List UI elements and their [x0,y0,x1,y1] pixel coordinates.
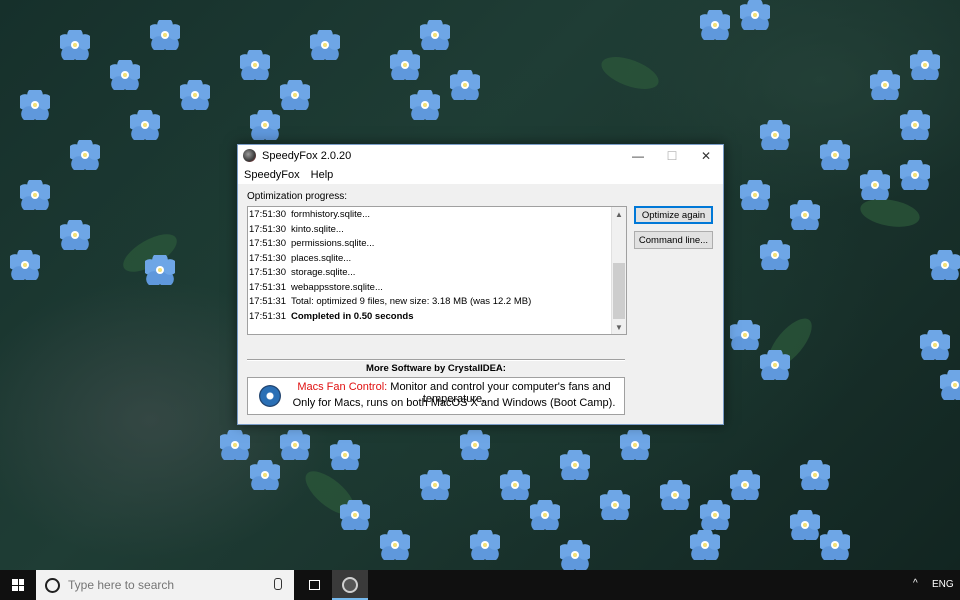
command-line-button[interactable]: Command line... [634,231,713,249]
divider [247,359,625,361]
log-text: permissions.sqlite... [291,238,375,249]
optimize-again-button[interactable]: Optimize again [634,206,713,224]
log-text: webappsstore.sqlite... [291,281,383,293]
task-view-button[interactable] [300,570,328,600]
taskbar-app-speedyfox[interactable] [332,570,368,600]
log-time: 17:51:30 [249,223,286,235]
log-row: 17:51:30 kinto.sqlite... [248,223,612,238]
log-text: places.sqlite... [291,252,352,264]
cortana-icon[interactable] [45,577,60,593]
menu-bar: SpeedyFox Help [238,166,723,184]
show-hidden-icons-chevron-icon[interactable]: ^ [913,578,918,589]
log-time: 17:51:30 [249,267,286,278]
log-row: 17:51:30 places.sqlite... [248,252,612,267]
task-view-icon [308,580,320,590]
log-text: formhistory.sqlite... [291,209,371,220]
log-time: 17:51:31 [249,310,286,322]
minimize-button[interactable]: — [621,145,655,166]
optimization-log[interactable]: 17:51:30 formhistory.sqlite... 17:51:30 ki… [247,206,627,335]
window-title: SpeedyFox 2.0.20 [262,149,352,162]
ad-line-2: Only for Macs, runs on both MacOS X and … [292,397,616,409]
more-software-title: More Software by CrystalIDEA: [366,363,506,374]
taskbar: ^ ENG [0,570,960,600]
taskbar-search[interactable] [36,570,294,600]
optimization-progress-label: Optimization progress: [247,191,348,202]
start-button[interactable] [0,570,36,600]
log-text: Total: optimized 9 files, new size: 3.18… [291,296,532,307]
log-scrollbar[interactable]: ▲ ▼ [611,207,626,334]
menu-speedyfox[interactable]: SpeedyFox [243,169,306,181]
log-text: kinto.sqlite... [291,223,344,235]
search-input[interactable] [66,577,270,593]
ad-brand[interactable]: Macs Fan Control: [297,381,387,393]
log-text: Completed in 0.50 seconds [291,310,414,322]
log-row: 17:51:31 Total: optimized 9 files, new si… [248,295,612,310]
speedyfox-window: SpeedyFox 2.0.20 — ☐ ✕ SpeedyFox Help Op… [237,144,724,425]
log-time: 17:51:30 [249,209,286,220]
log-row: 17:51:31 webappsstore.sqlite... [248,281,612,296]
log-row: 17:51:30 permissions.sqlite... [248,237,612,252]
scroll-up-arrow-icon[interactable]: ▲ [612,207,626,221]
log-row-completed: 17:51:31 Completed in 0.50 seconds [248,310,612,325]
scrollbar-thumb[interactable] [613,263,625,319]
macs-fan-control-ad[interactable]: Macs Fan Control: Monitor and control yo… [247,377,625,415]
scroll-down-arrow-icon[interactable]: ▼ [612,320,626,334]
close-button[interactable]: ✕ [689,145,723,166]
fan-icon [259,385,281,407]
input-language-indicator[interactable]: ENG [932,579,954,590]
log-time: 17:51:30 [249,238,286,249]
log-time: 17:51:31 [249,296,286,307]
windows-logo-icon [12,579,24,591]
log-row: 17:51:30 storage.sqlite... [248,266,612,281]
menu-help[interactable]: Help [310,169,340,181]
maximize-button[interactable]: ☐ [655,145,689,166]
log-time: 17:51:30 [249,252,286,264]
speedyfox-app-icon [243,149,256,162]
title-bar[interactable]: SpeedyFox 2.0.20 — ☐ ✕ [238,145,723,166]
speedyfox-taskbar-icon [342,577,358,593]
microphone-icon[interactable] [274,578,282,590]
log-text: storage.sqlite... [291,267,356,278]
log-time: 17:51:31 [249,281,286,293]
log-row: 17:51:30 formhistory.sqlite... [248,208,612,223]
